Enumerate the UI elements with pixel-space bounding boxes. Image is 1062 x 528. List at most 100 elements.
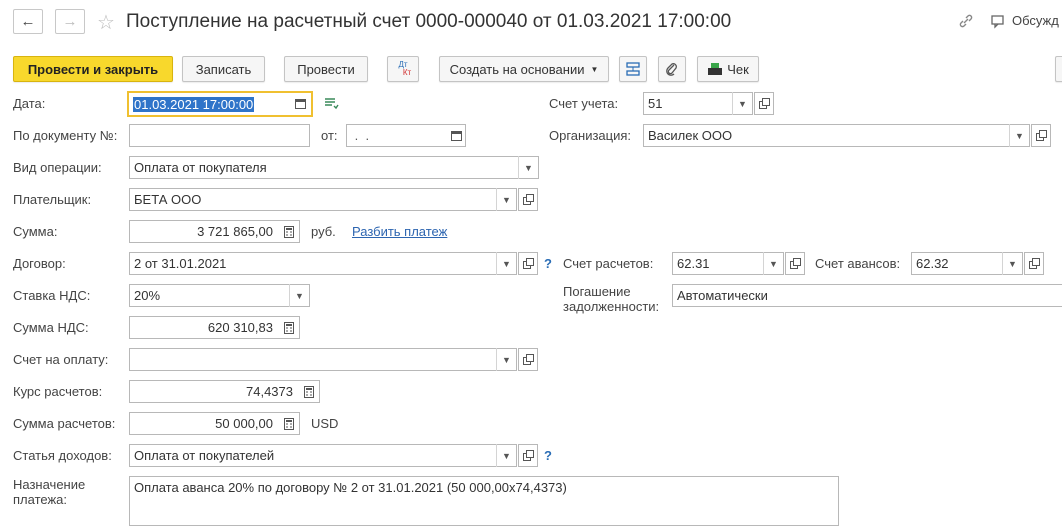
- income-item-open-icon[interactable]: [518, 444, 538, 467]
- income-item-dropdown-icon[interactable]: ▼: [496, 444, 516, 467]
- debt-repayment-label: Погашение задолженности:: [563, 284, 659, 314]
- invoice-dropdown-icon[interactable]: ▼: [496, 348, 516, 371]
- account-value: 51: [648, 96, 663, 111]
- amount-calculator-icon[interactable]: [279, 220, 299, 243]
- contract-value: 2 от 31.01.2021: [134, 256, 227, 271]
- invoice-label: Счет на оплату:: [13, 352, 109, 367]
- organization-label: Организация:: [549, 128, 632, 143]
- invoice-open-icon[interactable]: [518, 348, 538, 371]
- vat-amount-calculator-icon[interactable]: [279, 316, 299, 339]
- save-button[interactable]: Записать: [182, 56, 265, 82]
- organization-dropdown-icon[interactable]: ▼: [1009, 124, 1029, 147]
- operation-value: Оплата от покупателя: [134, 160, 267, 175]
- amount-currency: руб.: [311, 224, 336, 239]
- dt-kt-button[interactable]: Дт Кт: [387, 56, 419, 82]
- debt-repayment-value: Автоматически: [677, 288, 768, 303]
- structure-icon: [626, 62, 640, 76]
- post-button[interactable]: Провести: [284, 56, 368, 82]
- arrow-right-icon: →: [62, 13, 78, 30]
- document-list-icon[interactable]: [323, 96, 339, 113]
- income-item-input[interactable]: Оплата от покупателей: [129, 444, 517, 467]
- payer-input[interactable]: БЕТА ООО: [129, 188, 517, 211]
- account-open-icon[interactable]: [754, 92, 774, 115]
- operation-label: Вид операции:: [13, 160, 102, 175]
- settle-amount-value: 50 000,00: [215, 416, 273, 431]
- rate-value: 74,4373: [246, 384, 293, 399]
- organization-value: Василек ООО: [648, 128, 733, 143]
- vat-rate-input[interactable]: 20%: [129, 284, 310, 307]
- settle-amount-label: Сумма расчетов:: [13, 416, 116, 431]
- doc-date-label: от:: [321, 128, 338, 143]
- income-item-value: Оплата от покупателей: [134, 448, 275, 463]
- back-button[interactable]: ←: [13, 9, 43, 34]
- vat-rate-value: 20%: [134, 288, 161, 303]
- discuss-icon[interactable]: [990, 13, 1006, 32]
- contract-open-icon[interactable]: [518, 252, 538, 275]
- invoice-input[interactable]: [129, 348, 517, 371]
- create-based-on-button[interactable]: Создать на основании ▼: [439, 56, 609, 82]
- contract-input[interactable]: 2 от 31.01.2021: [129, 252, 517, 275]
- amount-value: 3 721 865,00: [197, 224, 273, 239]
- contract-help-icon[interactable]: ?: [544, 256, 552, 271]
- debt-repayment-input[interactable]: Автоматически: [672, 284, 1062, 307]
- debt-repayment-label-line2: задолженности:: [563, 299, 660, 314]
- split-payment-link[interactable]: Разбить платеж: [352, 224, 447, 239]
- link-icon[interactable]: [958, 13, 974, 32]
- discuss-label[interactable]: Обсужд: [1012, 13, 1059, 28]
- amount-input[interactable]: 3 721 865,00: [129, 220, 300, 243]
- structure-button[interactable]: [619, 56, 647, 82]
- vat-rate-label: Ставка НДС:: [13, 288, 91, 303]
- vat-amount-input[interactable]: 620 310,83: [129, 316, 300, 339]
- advance-account-dropdown-icon[interactable]: ▼: [1002, 252, 1022, 275]
- chevron-down-icon: ▼: [590, 64, 599, 74]
- vat-amount-label: Сумма НДС:: [13, 320, 89, 335]
- create-based-on-label: Создать на основании: [449, 61, 585, 77]
- advance-account-open-icon[interactable]: [1024, 252, 1044, 275]
- purpose-label: Назначение платежа:: [13, 477, 85, 507]
- doc-number-label: По документу №:: [13, 128, 118, 143]
- payer-open-icon[interactable]: [518, 188, 538, 211]
- settle-account-label: Счет расчетов:: [563, 256, 654, 271]
- purpose-textarea[interactable]: Оплата аванса 20% по договору № 2 от 31.…: [129, 476, 839, 526]
- vat-rate-dropdown-icon[interactable]: ▼: [289, 284, 309, 307]
- operation-dropdown-icon[interactable]: ▼: [518, 156, 538, 179]
- page-title: Поступление на расчетный счет 0000-00004…: [126, 11, 732, 32]
- advance-account-value: 62.32: [916, 256, 949, 271]
- account-dropdown-icon[interactable]: ▼: [732, 92, 752, 115]
- organization-input[interactable]: Василек ООО: [643, 124, 1030, 147]
- income-item-help-icon[interactable]: ?: [544, 448, 552, 463]
- purpose-value: Оплата аванса 20% по договору № 2 от 31.…: [134, 480, 567, 495]
- settle-amount-calculator-icon[interactable]: [279, 412, 299, 435]
- kt-label: Кт: [402, 68, 412, 77]
- doc-date-calendar-icon[interactable]: [446, 124, 466, 147]
- calendar-icon[interactable]: [290, 92, 310, 115]
- attach-button[interactable]: [658, 56, 686, 82]
- payer-dropdown-icon[interactable]: ▼: [496, 188, 516, 211]
- settle-amount-currency: USD: [311, 416, 339, 431]
- operation-input[interactable]: Оплата от покупателя: [129, 156, 539, 179]
- rate-label: Курс расчетов:: [13, 384, 103, 399]
- purpose-label-line2: платежа:: [13, 492, 67, 507]
- organization-open-icon[interactable]: [1031, 124, 1051, 147]
- post-and-close-button[interactable]: Провести и закрыть: [13, 56, 173, 82]
- rate-input[interactable]: 74,4373: [129, 380, 320, 403]
- settle-amount-input[interactable]: 50 000,00: [129, 412, 300, 435]
- settle-account-open-icon[interactable]: [785, 252, 805, 275]
- receipt-label: Чек: [727, 61, 749, 77]
- date-input[interactable]: 01.03.2021 17:00:00: [127, 91, 313, 117]
- contract-dropdown-icon[interactable]: ▼: [496, 252, 516, 275]
- date-label: Дата:: [13, 96, 46, 111]
- contract-label: Договор:: [13, 256, 66, 271]
- rate-calculator-icon[interactable]: [299, 380, 319, 403]
- income-item-label: Статья доходов:: [13, 448, 112, 463]
- forward-button[interactable]: →: [55, 9, 85, 34]
- favorite-star-icon[interactable]: ☆: [97, 10, 115, 35]
- more-button[interactable]: [1055, 56, 1062, 82]
- payer-label: Плательщик:: [13, 192, 92, 207]
- date-value: 01.03.2021 17:00:00: [133, 96, 255, 112]
- vat-amount-value: 620 310,83: [207, 320, 273, 335]
- receipt-button[interactable]: Чек: [697, 56, 759, 82]
- doc-number-input[interactable]: [129, 124, 310, 147]
- settle-account-dropdown-icon[interactable]: ▼: [763, 252, 783, 275]
- arrow-left-icon: ←: [20, 13, 36, 30]
